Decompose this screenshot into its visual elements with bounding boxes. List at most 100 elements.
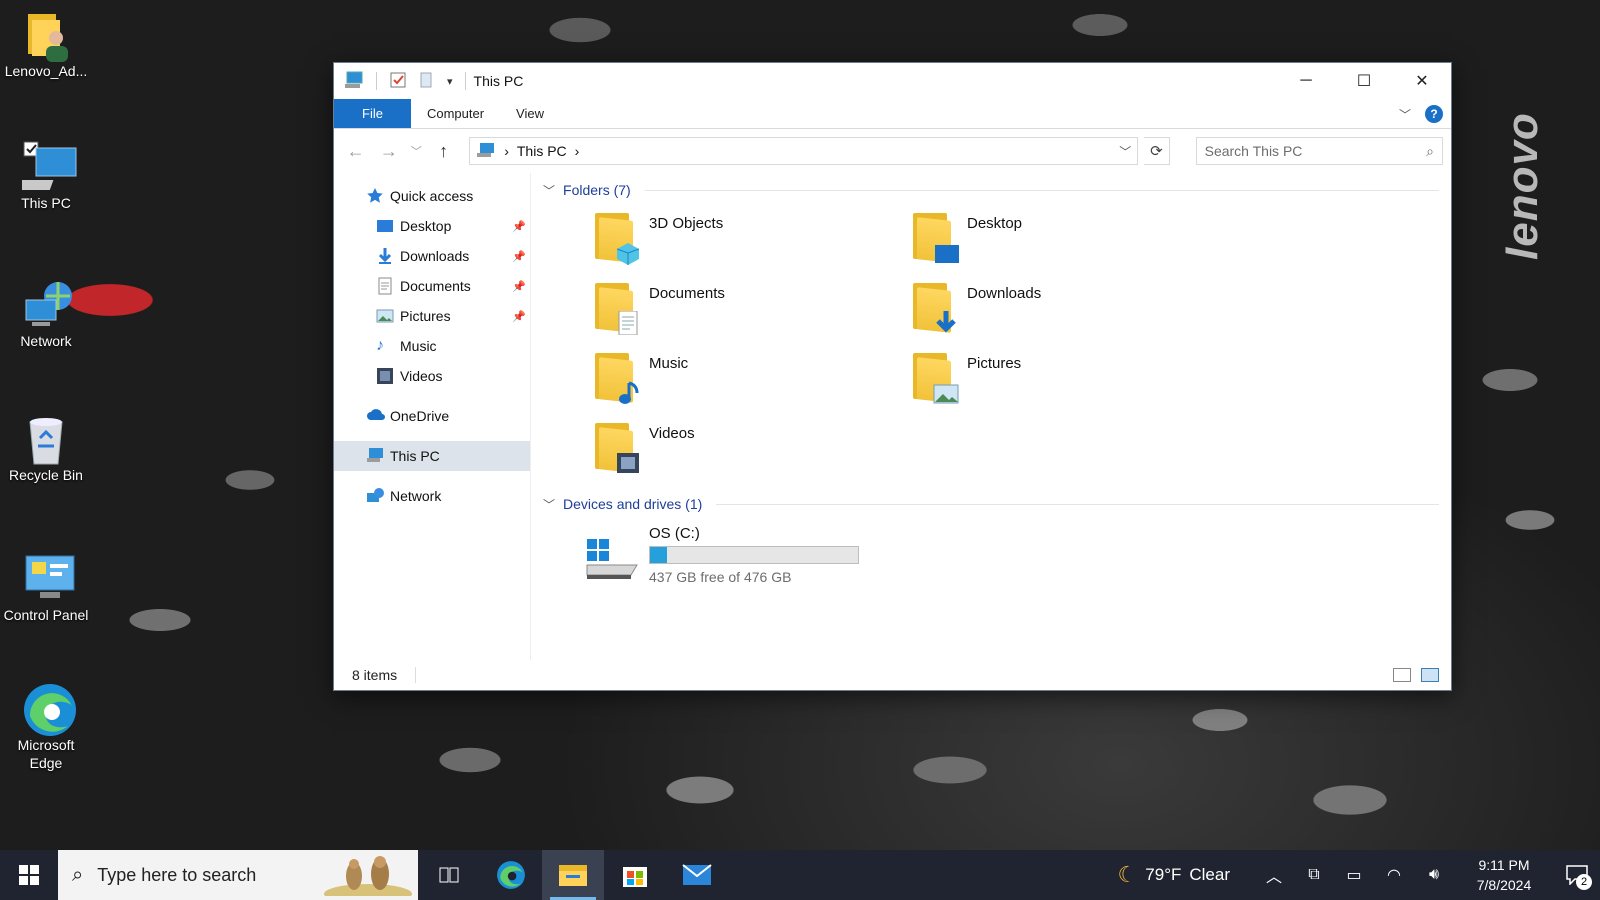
taskbar-search-input[interactable] — [97, 864, 298, 886]
nav-network[interactable]: Network — [334, 481, 530, 511]
close-button[interactable]: ✕ — [1393, 63, 1451, 99]
taskbar-edge[interactable] — [480, 850, 542, 900]
search-icon: ⌕ — [1426, 142, 1434, 159]
nav-documents[interactable]: Documents 📌 — [334, 271, 530, 301]
drive-os-c[interactable]: OS (C:) 437 GB free of 476 GB — [543, 525, 1439, 585]
cloud-icon — [366, 407, 385, 425]
battery-icon[interactable]: ▭ — [1334, 850, 1374, 900]
address-dropdown-icon[interactable]: ﹀ — [1119, 143, 1131, 160]
title-bar: ▾ This PC ─ ☐ ✕ — [334, 63, 1451, 99]
music-folder-icon — [593, 349, 641, 405]
start-button[interactable] — [0, 850, 58, 900]
expand-ribbon-icon[interactable]: ﹀ — [1399, 106, 1411, 123]
nav-desktop[interactable]: Desktop 📌 — [334, 211, 530, 241]
nav-quick-access[interactable]: Quick access — [334, 181, 530, 211]
taskbar: ⌕ ☾ 79°F Clear ︿ ⧉ ▭ ◠ 🔊︎ 9:11 PM 7/8/20… — [0, 850, 1600, 900]
up-button[interactable]: ↑ — [430, 137, 457, 165]
taskbar-search-box[interactable]: ⌕ — [58, 850, 418, 900]
breadcrumb-this-pc[interactable]: This PC — [517, 143, 567, 159]
drive-usage-fill — [650, 547, 667, 563]
nav-this-pc[interactable]: This PC — [334, 441, 530, 471]
hard-drive-icon — [583, 525, 641, 581]
quick-access-toolbar: ▾ — [334, 63, 466, 99]
drive-name: OS (C:) — [649, 525, 700, 542]
folder-videos[interactable]: Videos — [593, 419, 911, 489]
breadcrumb-separator[interactable]: › — [504, 143, 509, 159]
pin-icon: 📌 — [512, 250, 526, 263]
pin-icon: 📌 — [512, 280, 526, 293]
folder-desktop[interactable]: Desktop — [911, 209, 1229, 279]
minimize-button[interactable]: ─ — [1277, 63, 1335, 99]
recent-locations-button[interactable]: ﹀ — [408, 137, 424, 165]
chevron-up-icon[interactable]: ︿ — [1254, 850, 1294, 900]
meet-now-icon[interactable]: ⧉ — [1294, 850, 1334, 900]
search-input[interactable] — [1204, 143, 1427, 159]
chevron-down-icon: ﹀ — [543, 497, 556, 512]
computer-icon — [11, 140, 77, 190]
nav-videos[interactable]: Videos — [334, 361, 530, 391]
taskbar-file-explorer[interactable] — [542, 850, 604, 900]
desktop-icon-network[interactable]: Network — [0, 278, 92, 350]
drives-group-header[interactable]: ﹀ Devices and drives (1) — [543, 491, 1439, 517]
task-view-button[interactable] — [418, 850, 480, 900]
folders-group-header[interactable]: ﹀ Folders (7) — [543, 177, 1439, 203]
folder-downloads[interactable]: Downloads — [911, 279, 1229, 349]
clock[interactable]: 9:11 PM 7/8/2024 — [1464, 855, 1544, 896]
details-view-icon[interactable] — [1393, 668, 1411, 682]
folder-pictures[interactable]: Pictures — [911, 349, 1229, 419]
desktop-icon-recycle-bin[interactable]: Recycle Bin — [0, 412, 92, 484]
maximize-button[interactable]: ☐ — [1335, 63, 1393, 99]
mail-icon — [682, 864, 712, 885]
address-bar[interactable]: › This PC › ﹀ — [469, 137, 1139, 165]
breadcrumb-separator[interactable]: › — [575, 143, 580, 159]
file-explorer-icon — [559, 865, 587, 886]
help-icon[interactable]: ? — [1425, 105, 1443, 123]
user-folder-icon — [22, 8, 70, 62]
ribbon-tabs: File Computer View ﹀ ? — [334, 99, 1451, 129]
large-icons-view-icon[interactable] — [1421, 668, 1439, 682]
edge-icon — [497, 861, 525, 889]
refresh-button[interactable]: ⟳ — [1144, 137, 1170, 165]
weather-widget[interactable]: ☾ 79°F Clear — [1118, 862, 1230, 888]
tab-view[interactable]: View — [500, 99, 560, 128]
wifi-icon[interactable]: ◠ — [1374, 850, 1414, 900]
tab-file[interactable]: File — [334, 99, 411, 128]
notification-center-button[interactable]: 2 — [1554, 850, 1600, 900]
desktop-icon-this-pc[interactable]: This PC — [0, 140, 92, 212]
windows-logo-icon — [19, 865, 39, 885]
navigation-pane: Quick access Desktop 📌 Downloads 📌 Docum… — [334, 173, 531, 660]
drive-free-space: 437 GB free of 476 GB — [649, 569, 792, 585]
nav-pictures[interactable]: Pictures 📌 — [334, 301, 530, 331]
folder-music[interactable]: Music — [593, 349, 911, 419]
back-button[interactable]: ← — [342, 137, 369, 165]
nav-music[interactable]: ♪ Music — [334, 331, 530, 361]
computer-icon — [344, 71, 364, 92]
nav-downloads[interactable]: Downloads 📌 — [334, 241, 530, 271]
status-bar: 8 items — [334, 660, 1451, 690]
properties-icon[interactable] — [389, 71, 407, 92]
document-icon — [376, 277, 394, 295]
videos-folder-icon — [593, 419, 641, 475]
desktop-folder-icon — [911, 209, 959, 265]
system-tray: ☾ 79°F Clear ︿ ⧉ ▭ ◠ 🔊︎ 9:11 PM 7/8/2024… — [1118, 850, 1600, 900]
documents-folder-icon — [593, 279, 641, 335]
moon-icon: ☾ — [1117, 862, 1138, 887]
3d-objects-icon — [593, 209, 641, 265]
folder-documents[interactable]: Documents — [593, 279, 911, 349]
taskbar-mail[interactable] — [666, 850, 728, 900]
network-icon — [366, 487, 384, 505]
search-box[interactable]: ⌕ — [1195, 137, 1443, 165]
new-folder-icon[interactable] — [419, 71, 435, 92]
desktop-icon-control-panel[interactable]: Control Panel — [0, 552, 92, 624]
desktop-icon-lenovo-admin[interactable]: Lenovo_Ad... — [0, 8, 92, 80]
chevron-down-icon[interactable]: ▾ — [447, 75, 453, 88]
nav-onedrive[interactable]: OneDrive — [334, 401, 530, 431]
divider — [464, 72, 466, 90]
forward-button[interactable]: → — [375, 137, 402, 165]
volume-icon[interactable]: 🔊︎ — [1414, 850, 1454, 900]
taskbar-store[interactable] — [604, 850, 666, 900]
search-icon: ⌕ — [72, 863, 84, 886]
tab-computer[interactable]: Computer — [411, 99, 500, 128]
desktop-icon-edge[interactable]: Microsoft Edge — [0, 682, 92, 772]
folder-3d-objects[interactable]: 3D Objects — [593, 209, 911, 279]
